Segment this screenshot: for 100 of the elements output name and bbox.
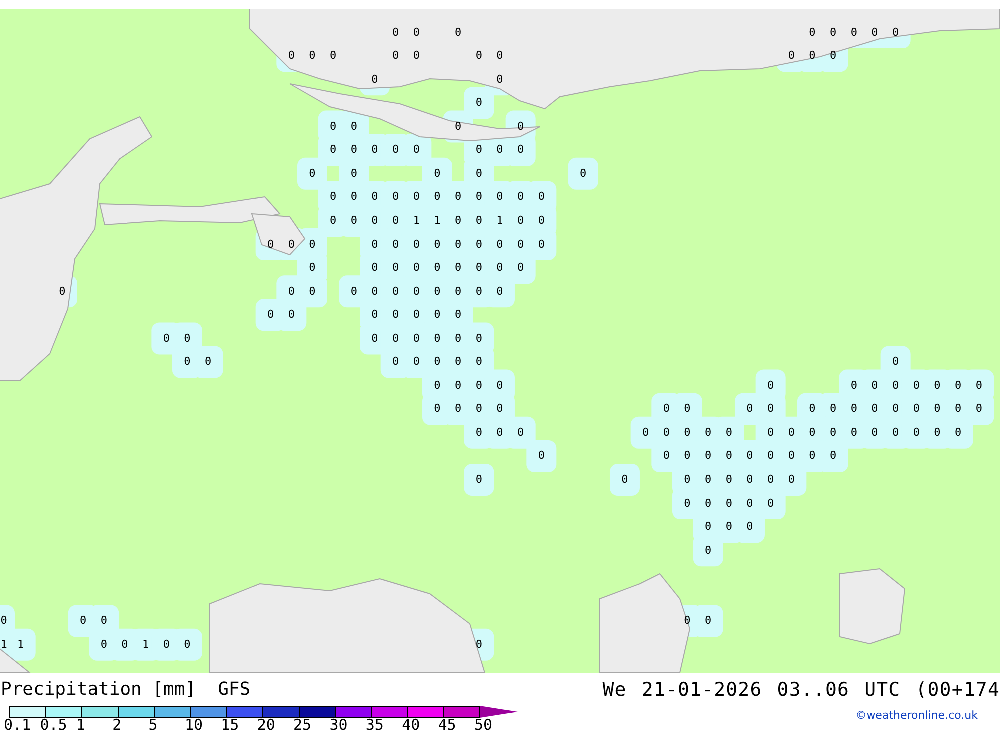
value-label: 0 <box>413 286 420 298</box>
value-label: 0 <box>788 474 795 486</box>
value-label: 0 <box>413 50 420 62</box>
scale-tick-label: 2 <box>112 718 123 733</box>
value-label: 0 <box>684 450 691 462</box>
value-label: 0 <box>434 403 441 416</box>
value-label: 0 <box>768 450 774 462</box>
value-label: 0 <box>726 521 732 534</box>
value-label: 0 <box>872 380 878 392</box>
value-label: 0 <box>809 450 816 462</box>
value-label: 0 <box>476 238 482 250</box>
value-label: 0 <box>434 238 441 250</box>
value-label: 0 <box>476 638 482 651</box>
value-label: 0 <box>518 214 524 227</box>
value-label: 0 <box>434 191 441 204</box>
value-label: 0 <box>372 144 378 156</box>
value-label: 0 <box>476 380 482 392</box>
value-label: 0 <box>496 74 504 86</box>
value-label: 0 <box>455 191 462 204</box>
value-label: 0 <box>788 450 795 462</box>
value-label: 0 <box>476 426 482 439</box>
value-label: 0 <box>538 450 545 462</box>
model-name: GFS <box>218 679 251 700</box>
value-label: 0 <box>455 309 462 322</box>
value-label: 0 <box>850 380 858 392</box>
value-label: 0 <box>392 191 400 204</box>
value-label: 0 <box>372 74 378 86</box>
value-label: 0 <box>372 238 378 250</box>
scale-tick-label: 1 <box>76 718 86 733</box>
value-label: 0 <box>288 238 295 250</box>
value-label: 0 <box>976 380 982 392</box>
value-label: 0 <box>59 286 66 298</box>
value-label: 0 <box>850 26 858 39</box>
value-label: 0 <box>288 286 295 298</box>
value-label: 0 <box>892 356 900 368</box>
value-label: 0 <box>726 474 732 486</box>
credit-link[interactable]: ©weatheronline.co.uk <box>856 706 1000 733</box>
value-label: 0 <box>434 286 441 298</box>
value-label: 0 <box>726 498 732 510</box>
value-label: 0 <box>413 144 420 156</box>
value-label: 0 <box>392 50 400 62</box>
value-label: 0 <box>392 26 400 39</box>
value-label: 0 <box>663 450 670 462</box>
value-label: 0 <box>413 238 420 250</box>
value-label: 0 <box>705 521 712 534</box>
value-label: 0 <box>413 309 420 322</box>
value-label: 0 <box>309 262 316 274</box>
value-label: 0 <box>913 380 920 392</box>
value-label: 0 <box>476 97 482 110</box>
value-label: 0 <box>392 286 400 298</box>
value-label: 0 <box>768 474 774 486</box>
value-label: 0 <box>830 26 837 39</box>
scale-tick-label: 50 <box>474 718 494 733</box>
value-label: 0 <box>434 168 441 180</box>
value-label: 0 <box>872 426 878 439</box>
value-label: 0 <box>476 191 482 204</box>
value-label: 0 <box>872 26 878 39</box>
scale-tick-label: 10 <box>184 718 204 733</box>
value-label: 0 <box>913 426 920 439</box>
value-label: 0 <box>622 474 628 486</box>
value-label: 0 <box>496 238 504 250</box>
value-label: 0 <box>434 262 441 274</box>
value-label: 0 <box>705 426 712 439</box>
value-label: 0 <box>330 50 337 62</box>
value-label: 0 <box>872 403 878 416</box>
value-label: 0 <box>372 262 378 274</box>
value-label: 0 <box>100 615 108 628</box>
value-label: 0 <box>100 638 108 651</box>
value-label: 0 <box>184 638 191 651</box>
value-label: 0 <box>455 403 462 416</box>
value-label: 0 <box>455 26 462 39</box>
value-label: 0 <box>496 403 504 416</box>
value-label: 0 <box>268 309 274 322</box>
scale-tick-label: 0.1 <box>4 718 32 733</box>
value-label: 0 <box>268 238 274 250</box>
value-label: 0 <box>476 474 482 486</box>
value-label: 0 <box>413 191 420 204</box>
value-label: 0 <box>330 120 337 133</box>
value-label: 0 <box>350 144 358 156</box>
scale-tick-label: 35 <box>366 718 385 733</box>
scale-tick-label: 30 <box>330 718 349 733</box>
value-label: 0 <box>496 191 504 204</box>
value-label: 0 <box>434 309 441 322</box>
value-label: 0 <box>892 26 900 39</box>
valid-time: We 21-01-2026 03..06 UTC (00+174 <box>602 678 1000 700</box>
value-label: 0 <box>309 50 316 62</box>
value-label: 0 <box>455 238 462 250</box>
value-label: 0 <box>288 309 295 322</box>
value-label: 0 <box>392 332 400 345</box>
value-label: 0 <box>518 191 524 204</box>
value-label: 0 <box>518 262 524 274</box>
value-label: 0 <box>163 638 170 651</box>
value-label: 0 <box>309 168 316 180</box>
value-label: 0 <box>309 286 316 298</box>
value-label: 0 <box>392 214 400 227</box>
value-label: 0 <box>372 214 378 227</box>
value-label: 1 <box>434 214 441 227</box>
value-label: 0 <box>434 332 441 345</box>
value-label: 0 <box>955 426 962 439</box>
value-label: 0 <box>350 214 358 227</box>
